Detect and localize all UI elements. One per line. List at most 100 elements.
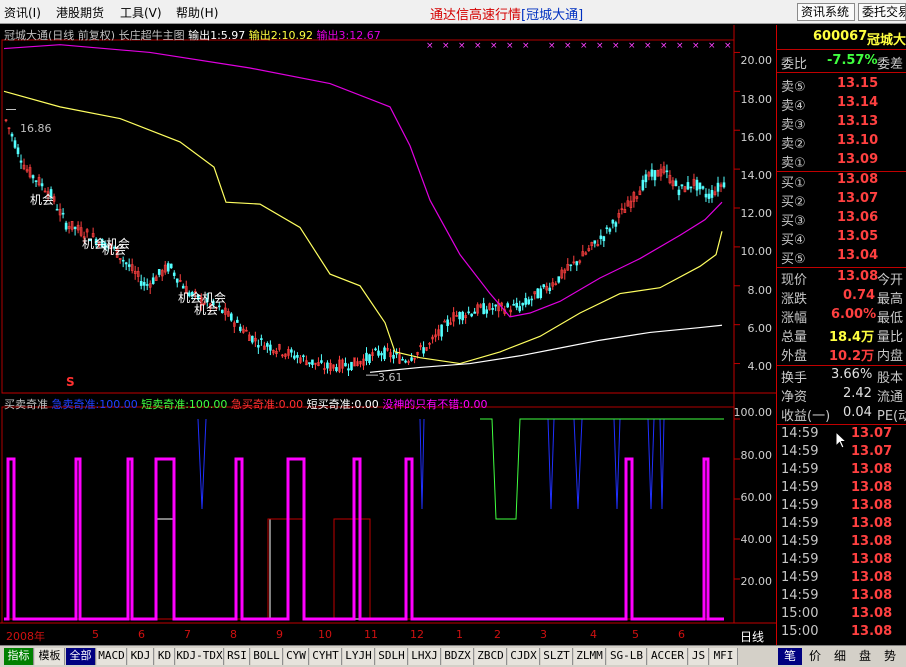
ask-row: 卖③ 13.13 <box>781 114 879 133</box>
date-label: 8 <box>230 628 237 641</box>
stat-row: 收益(一)0.04PE(动) <box>781 405 906 424</box>
signal-marker: × <box>548 41 556 51</box>
ma-mid-line <box>3 90 723 365</box>
stat-row: 现价 13.08 今开 <box>781 269 904 288</box>
tab-template[interactable]: 模板 <box>35 648 65 665</box>
candle-body <box>127 264 131 267</box>
tab-macd[interactable]: MACD <box>97 648 127 665</box>
candle-body <box>365 352 368 361</box>
tab-cjdx[interactable]: CJDX <box>508 648 540 665</box>
candle-body <box>326 362 329 369</box>
tab-trend[interactable]: 势 <box>878 648 902 665</box>
chart-area[interactable]: × × × × × × × × × × × × × × × × × × × 冠城大通(日线 前复权) 长庄超牛主图 … <box>0 25 776 645</box>
candle-body <box>61 212 65 215</box>
main-panel-border <box>1 39 735 394</box>
ind-only-rise: 没神的只有不错:0.00 <box>382 398 488 411</box>
indicator-info-line: 买卖奇准 急卖奇准:100.00 短卖奇准:100.00 急买奇准:0.00 短… <box>4 396 488 412</box>
tab-zbcd[interactable]: ZBCD <box>475 648 507 665</box>
menu-help[interactable]: 帮助(H) <box>176 4 218 21</box>
period-label[interactable]: 日线 <box>740 628 764 645</box>
tab-js[interactable]: JS <box>689 648 709 665</box>
chart-info-line: 冠城大通(日线 前复权) 长庄超牛主图 输出1:5.97 输出2:10.92 输… <box>4 27 381 43</box>
y-axis-label: 18.00 <box>740 93 773 106</box>
indicator-title: 买卖奇准 <box>4 398 48 411</box>
app-title: 通达信高速行情[冠城大通] <box>430 8 584 23</box>
candle-body <box>605 227 609 230</box>
stock-code: 600067 <box>813 29 868 44</box>
tab-zlmm[interactable]: ZLMM <box>574 648 606 665</box>
signal-marker: × <box>490 41 498 51</box>
tick-row: 14:59 13.08 <box>781 552 893 567</box>
bid-row: 买② 13.07 <box>781 191 879 210</box>
tick-row: 15:00 13.08 <box>781 624 893 639</box>
tab-accer[interactable]: ACCER <box>648 648 688 665</box>
output1-label: 输出1:5.97 <box>188 29 246 42</box>
tab-kdj-tdx[interactable]: KDJ-TDX <box>176 648 224 665</box>
candle-body <box>374 348 377 351</box>
candle-body <box>302 355 305 358</box>
menu-info[interactable]: 资讯(I) <box>4 4 41 21</box>
tab-cyw[interactable]: CYW <box>284 648 309 665</box>
kline-chart[interactable]: × × × × × × × × × × × × × × × × × × × <box>0 25 776 645</box>
candle-body <box>251 335 254 343</box>
tab-boll[interactable]: BOLL <box>251 648 283 665</box>
stat-row: 涨跌 0.74 最高 <box>781 288 904 307</box>
candle-body <box>172 272 176 276</box>
candle-body <box>698 182 702 190</box>
high-price-label: 16.86 <box>20 122 52 135</box>
tab-bdzx[interactable]: BDZX <box>442 648 474 665</box>
output3-label: 输出3:12.67 <box>316 29 381 42</box>
candle-body <box>608 228 612 232</box>
tab-trades[interactable]: 笔 <box>778 648 802 665</box>
tab-kd[interactable]: KD <box>155 648 175 665</box>
tab-slzt[interactable]: SLZT <box>541 648 573 665</box>
menu-tools[interactable]: 工具(V) <box>120 4 162 21</box>
tab-board[interactable]: 盘 <box>853 648 877 665</box>
candle-body <box>142 282 146 286</box>
tab-cyht[interactable]: CYHT <box>310 648 342 665</box>
opportunity-label: 机会 <box>30 193 55 207</box>
tab-all[interactable]: 全部 <box>66 648 96 665</box>
quote-panel: 600067 冠城大通 委比 -7.57% 委差 卖⑤13.15 卖④13.14… <box>776 25 906 645</box>
trade-button[interactable]: 委托交易 <box>858 3 906 21</box>
tab-mfi[interactable]: MFI <box>710 648 738 665</box>
signal-marker: × <box>596 41 604 51</box>
ask-row: 卖⑤ 13.15 <box>781 76 879 95</box>
y-axis-label: 6.00 <box>747 322 773 335</box>
news-system-button[interactable]: 资讯系统 <box>797 3 855 21</box>
bid-row: 买③ 13.06 <box>781 210 879 229</box>
menu-hk-futures[interactable]: 港股期货 <box>56 4 104 21</box>
tab-price[interactable]: 价 <box>803 648 827 665</box>
y-axis-label: 4.00 <box>747 360 773 373</box>
candle-body <box>686 182 690 190</box>
candle-body <box>73 226 77 230</box>
tab-rsi[interactable]: RSI <box>225 648 250 665</box>
ind-axis-label: 40.00 <box>740 533 773 546</box>
date-label: 2 <box>494 628 501 641</box>
tick-row: 14:59 13.08 <box>781 516 893 531</box>
tab-sg-lb[interactable]: SG-LB <box>607 648 647 665</box>
tab-sdlh[interactable]: SDLH <box>376 648 408 665</box>
candle-body <box>139 281 143 286</box>
candle-body <box>569 264 573 267</box>
signal-marker: × <box>522 41 530 51</box>
candle-body <box>674 180 678 187</box>
candle-body <box>491 308 494 310</box>
candle-body <box>296 354 299 358</box>
candle-body <box>422 347 425 354</box>
tab-kdj[interactable]: KDJ <box>128 648 154 665</box>
candle-body <box>515 302 519 308</box>
tab-detail[interactable]: 细 <box>828 648 852 665</box>
candle-body <box>611 219 615 224</box>
tab-indicator[interactable]: 指标 <box>4 648 34 665</box>
tick-row: 14:59 13.08 <box>781 480 893 495</box>
candle-body <box>575 261 579 266</box>
candle-body <box>64 222 68 230</box>
tab-lyjh[interactable]: LYJH <box>343 648 375 665</box>
candle-body <box>548 287 552 291</box>
candle-body <box>290 349 293 353</box>
stock-period-label: 冠城大通(日线 前复权) <box>4 29 116 42</box>
tab-lhxj[interactable]: LHXJ <box>409 648 441 665</box>
y-axis-label: 20.00 <box>740 54 773 67</box>
candle-body <box>710 189 714 198</box>
